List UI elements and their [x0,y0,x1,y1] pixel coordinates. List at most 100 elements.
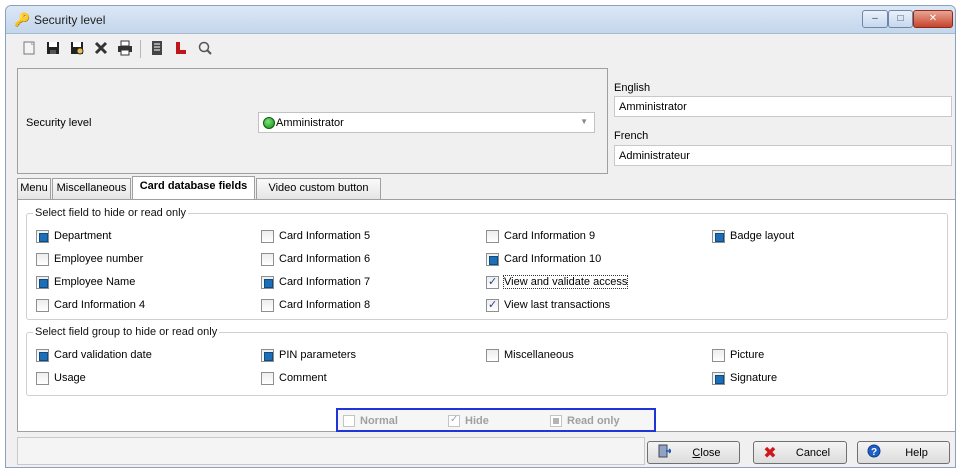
checkbox-card-information-9[interactable]: Card Information 9 [486,228,595,244]
checkbox-box [36,348,49,362]
close-button-label: lose [700,446,721,459]
help-button[interactable]: ? Help [857,441,950,464]
checkbox-comment[interactable]: Comment [261,370,327,386]
cancel-button[interactable]: ✖ Cancel [753,441,847,464]
checkbox-box [261,252,274,266]
save-icon[interactable] [44,40,62,58]
checkbox-label: View last transactions [504,299,611,311]
checkbox-card-information-7[interactable]: Card Information 7 [261,274,370,290]
checkbox-box [486,298,499,312]
print-icon[interactable] [116,40,134,58]
language-panel: English Amministrator French Administrat… [610,68,955,174]
checkbox-label: Department [54,230,112,242]
checkbox-box [36,252,49,266]
checkbox-label: View and validate access [502,275,629,289]
field-group-legend: Select field to hide or read only [33,207,189,219]
checkbox-label: Card validation date [54,349,152,361]
checkbox-label: Badge layout [730,230,795,242]
checkbox-picture[interactable]: Picture [712,347,764,363]
status-field [17,437,645,465]
checkbox-card-information-6[interactable]: Card Information 6 [261,251,370,267]
french-label: French [614,130,649,142]
field-group-group-legend: Select field group to hide or read only [33,326,220,338]
checkbox-card-information-10[interactable]: Card Information 10 [486,251,601,267]
checkbox-view-last-transactions[interactable]: View last transactions [486,297,610,313]
checkbox-card-validation-date[interactable]: Card validation date [36,347,152,363]
checkbox-box [486,229,499,243]
svg-text:?: ? [871,447,877,458]
checkbox-usage[interactable]: Usage [36,370,86,386]
tab-video-custom-button[interactable]: Video custom button [256,178,381,199]
close-button[interactable]: Close [647,441,740,464]
checkbox-miscellaneous[interactable]: Miscellaneous [486,347,574,363]
checkbox-box [261,348,274,362]
state-legend: Normal Hide Read only [336,408,656,432]
legend-normal-box [343,415,355,427]
checkbox-label: Employee number [54,253,144,265]
toolbar-separator [140,40,141,58]
security-level-combo[interactable]: Amministrator ▼ [258,112,595,133]
checkbox-employee-number[interactable]: Employee number [36,251,143,267]
phone-icon[interactable] [172,40,190,58]
maximize-button[interactable]: □ [888,10,913,28]
checkbox-label: Card Information 7 [279,276,371,288]
field-group: Select field to hide or read only Depart… [26,207,948,320]
checkbox-label: Card Information 5 [279,230,371,242]
checkbox-view-and-validate-access[interactable]: View and validate access [486,274,629,290]
checkbox-label: Employee Name [54,276,136,288]
save-as-icon[interactable] [68,40,86,58]
tab-menu[interactable]: Menu [17,178,51,199]
search-icon[interactable] [196,40,214,58]
minimize-button[interactable]: ‒ [862,10,888,28]
close-window-button[interactable]: ✕ [913,10,953,28]
checkbox-label: Usage [54,372,86,384]
checkbox-signature[interactable]: Signature [712,370,777,386]
bottom-bar: Close ✖ Cancel ? Help [6,435,955,467]
security-key-icon: 🔑 [14,12,31,27]
checkbox-label: Signature [730,372,778,384]
checkbox-employee-name[interactable]: Employee Name [36,274,135,290]
chevron-down-icon: ▼ [580,117,588,126]
security-level-panel: Security level Amministrator ▼ [17,68,608,174]
toolbar [6,34,955,64]
checkbox-label: Card Information 9 [504,230,596,242]
delete-icon[interactable] [92,40,110,58]
legend-hide-label: Hide [465,415,489,427]
checkbox-card-information-5[interactable]: Card Information 5 [261,228,370,244]
checkbox-label: Comment [279,372,327,384]
legend-read-only: Read only [550,414,620,428]
checkbox-box [712,371,725,385]
french-field[interactable]: Administrateur [614,145,952,166]
legend-hide: Hide [448,414,489,428]
tab-miscellaneous[interactable]: Miscellaneous [52,178,131,199]
checkbox-box [261,229,274,243]
checkbox-badge-layout[interactable]: Badge layout [712,228,794,244]
checkbox-box [486,252,499,266]
tab-card-database-fields[interactable]: Card database fields [132,176,255,200]
checkbox-box [261,275,274,289]
legend-read-only-label: Read only [567,415,620,427]
status-dot-icon [263,117,275,129]
checkbox-box [36,229,49,243]
legend-normal: Normal [343,414,398,428]
cancel-x-icon: ✖ [763,444,777,462]
legend-read-only-box [550,415,562,427]
checkbox-box [261,298,274,312]
checkbox-label: Card Information 4 [54,299,146,311]
checkbox-label: Card Information 6 [279,253,371,265]
list-icon[interactable] [148,40,166,58]
checkbox-box [712,229,725,243]
exit-door-icon [654,444,674,461]
new-icon[interactable] [20,40,38,58]
english-label: English [614,82,651,94]
checkbox-card-information-8[interactable]: Card Information 8 [261,297,370,313]
english-field[interactable]: Amministrator [614,96,952,117]
checkbox-card-information-4[interactable]: Card Information 4 [36,297,145,313]
checkbox-box [36,275,49,289]
checkbox-department[interactable]: Department [36,228,111,244]
legend-normal-label: Normal [360,415,398,427]
checkbox-label: Card Information 10 [504,253,602,265]
checkbox-pin-parameters[interactable]: PIN parameters [261,347,356,363]
help-icon: ? [864,444,884,461]
legend-hide-box [448,414,460,427]
